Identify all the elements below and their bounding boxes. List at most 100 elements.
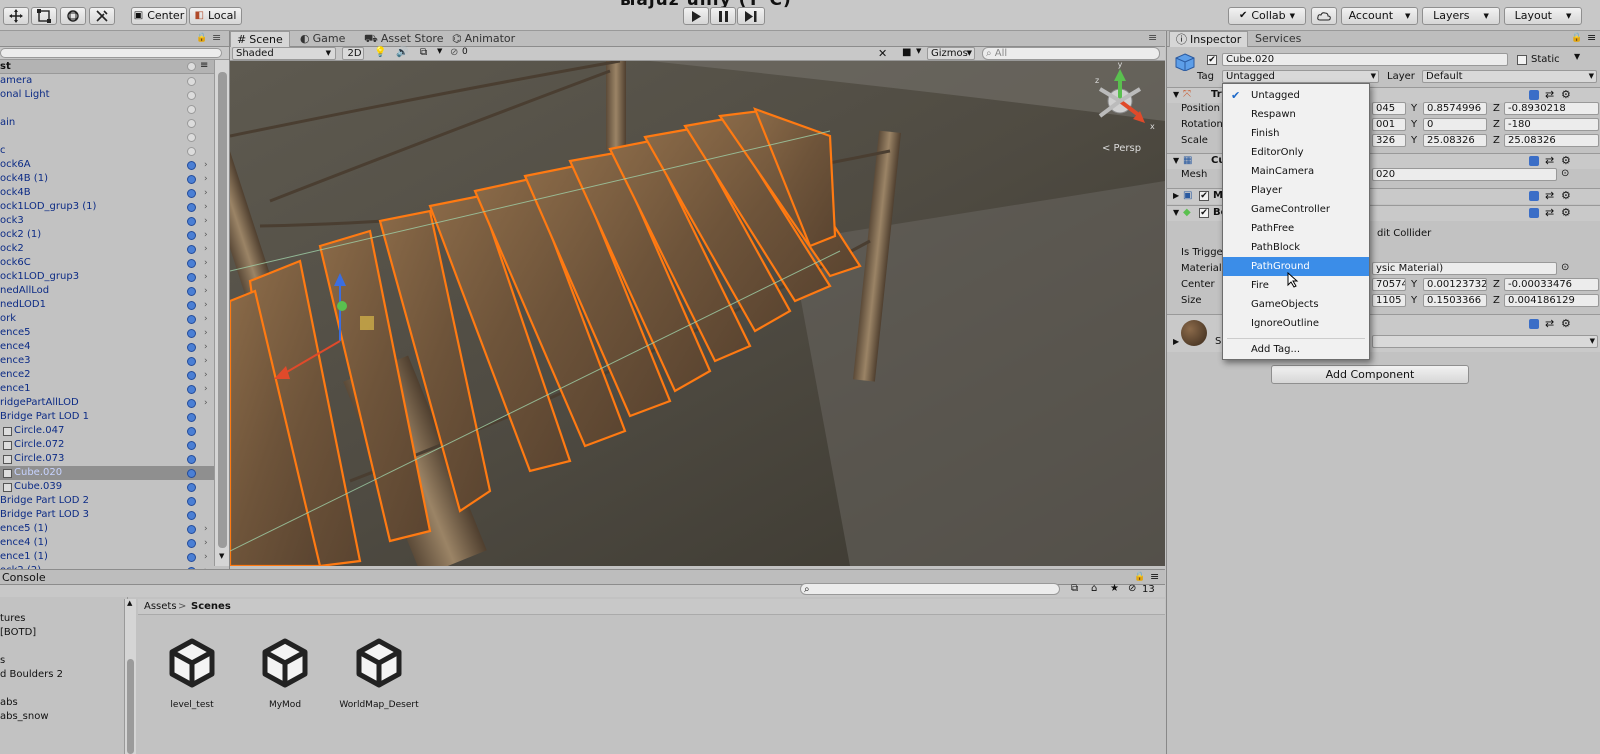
- gear-icon[interactable]: ⚙: [1561, 189, 1571, 202]
- scale-x-field[interactable]: 326: [1372, 134, 1406, 147]
- dropdown-arrow-icon[interactable]: ▼: [437, 47, 442, 55]
- project-search-input[interactable]: ⌕: [800, 583, 1060, 595]
- hierarchy-search-input[interactable]: [0, 48, 222, 58]
- camera-icon[interactable]: ■: [902, 47, 911, 58]
- hierarchy-item[interactable]: [0, 130, 214, 144]
- hierarchy-item[interactable]: Bridge Part LOD 1: [0, 410, 214, 424]
- 2d-toggle[interactable]: 2D: [342, 47, 364, 60]
- physic-material-field[interactable]: ysic Material): [1372, 262, 1557, 275]
- expand-arrow-icon[interactable]: ▼: [1173, 208, 1179, 217]
- visibility-icon[interactable]: [187, 371, 196, 380]
- visibility-icon[interactable]: [187, 413, 196, 422]
- filter-type-icon[interactable]: ⧉: [1071, 583, 1078, 594]
- effects-icon[interactable]: ⧉: [420, 47, 427, 58]
- folder-tree-item[interactable]: d Boulders 2: [0, 669, 63, 680]
- expand-arrow-icon[interactable]: ›: [204, 242, 208, 256]
- layer-dropdown[interactable]: Default ▼: [1422, 70, 1597, 83]
- hierarchy-item[interactable]: ence2 ›: [0, 368, 214, 382]
- folder-tree-item[interactable]: abs_snow: [0, 711, 49, 722]
- visibility-icon[interactable]: [187, 175, 196, 184]
- label-icon[interactable]: ⌂: [1091, 583, 1097, 594]
- scene-menu-icon[interactable]: ≡: [200, 60, 208, 71]
- expand-arrow-icon[interactable]: ›: [204, 200, 208, 214]
- lock-icon[interactable]: 🔒: [196, 33, 207, 43]
- visibility-icon[interactable]: [187, 301, 196, 310]
- gizmos-dropdown[interactable]: Gizmos ▼: [927, 47, 975, 60]
- shading-mode-dropdown[interactable]: Shaded ▼: [232, 47, 336, 60]
- tag-menu-item[interactable]: GameObjects: [1223, 295, 1369, 314]
- gear-icon[interactable]: ⚙: [1561, 154, 1571, 167]
- pivot-local-button[interactable]: ◧ Local: [189, 7, 242, 25]
- object-picker-icon[interactable]: ⊙: [1561, 168, 1569, 179]
- hierarchy-item[interactable]: ence1 (1) ›: [0, 550, 214, 564]
- gear-icon[interactable]: ⚙: [1561, 317, 1571, 330]
- scroll-up-icon[interactable]: ▲: [127, 599, 132, 607]
- center-x-field[interactable]: 70574: [1372, 278, 1406, 291]
- position-y-field[interactable]: 0.8574996: [1423, 102, 1487, 115]
- expand-arrow-icon[interactable]: ›: [204, 312, 208, 326]
- hierarchy-item[interactable]: Circle.073: [0, 452, 214, 466]
- hierarchy-item[interactable]: Circle.047: [0, 424, 214, 438]
- dropdown-arrow-icon[interactable]: ▼: [916, 47, 921, 55]
- tag-menu-item[interactable]: GameController: [1223, 200, 1369, 219]
- mesh-field[interactable]: 020: [1372, 168, 1557, 181]
- expand-arrow-icon[interactable]: ›: [204, 228, 208, 242]
- edit-collider-button[interactable]: dit Collider: [1377, 228, 1431, 239]
- pivot-center-button[interactable]: ▣ Center: [131, 7, 187, 25]
- hierarchy-item[interactable]: ock3 ›: [0, 214, 214, 228]
- hierarchy-item[interactable]: ock4B (1) ›: [0, 172, 214, 186]
- hierarchy-item[interactable]: ock4B ›: [0, 186, 214, 200]
- tab-services[interactable]: Services: [1249, 31, 1307, 47]
- hierarchy-item[interactable]: nedAllLod ›: [0, 284, 214, 298]
- hierarchy-scrollbar[interactable]: ▼: [214, 60, 229, 566]
- hierarchy-item[interactable]: ock1LOD_grup3 ›: [0, 270, 214, 284]
- hierarchy-item[interactable]: ence5 ›: [0, 326, 214, 340]
- hierarchy-item[interactable]: ock6A ›: [0, 158, 214, 172]
- hierarchy-item[interactable]: c: [0, 144, 214, 158]
- size-z-field[interactable]: 0.004186129: [1504, 294, 1599, 307]
- hidden-icon[interactable]: ⊘: [1128, 583, 1136, 594]
- visibility-icon[interactable]: [187, 77, 196, 86]
- hierarchy-item[interactable]: Circle.072: [0, 438, 214, 452]
- hierarchy-item[interactable]: ock6C ›: [0, 256, 214, 270]
- menu-icon[interactable]: ≡: [212, 31, 221, 44]
- static-checkbox[interactable]: [1517, 55, 1527, 65]
- scene-visibility-icon[interactable]: [187, 62, 196, 71]
- tag-menu-item[interactable]: MainCamera: [1223, 162, 1369, 181]
- layers-dropdown[interactable]: Layers ▼: [1422, 7, 1500, 25]
- hierarchy-item[interactable]: ork ›: [0, 312, 214, 326]
- tab-animator[interactable]: ⌬ Animator: [446, 31, 521, 47]
- tag-menu-item[interactable]: PathBlock: [1223, 238, 1369, 257]
- object-picker-icon[interactable]: ⊙: [1561, 262, 1569, 273]
- expand-arrow-icon[interactable]: ▼: [1173, 90, 1179, 99]
- visibility-icon[interactable]: [187, 525, 196, 534]
- visibility-icon[interactable]: [187, 273, 196, 282]
- hierarchy-item[interactable]: ence5 (1) ›: [0, 522, 214, 536]
- rect-tool-button[interactable]: [31, 7, 57, 25]
- tools-icon[interactable]: ✕: [878, 47, 887, 60]
- size-y-field[interactable]: 0.1503366: [1423, 294, 1487, 307]
- hierarchy-item[interactable]: ain: [0, 116, 214, 130]
- expand-arrow-icon[interactable]: ›: [204, 522, 208, 536]
- persp-label[interactable]: < Persp: [1102, 143, 1141, 154]
- visibility-icon[interactable]: [187, 133, 196, 142]
- visibility-icon[interactable]: [187, 483, 196, 492]
- rotation-z-field[interactable]: -180: [1504, 118, 1599, 131]
- hierarchy-item[interactable]: ence4 (1) ›: [0, 536, 214, 550]
- visibility-icon[interactable]: [187, 147, 196, 156]
- visibility-icon[interactable]: [187, 91, 196, 100]
- visibility-icon[interactable]: [187, 231, 196, 240]
- favorite-icon[interactable]: ★: [1110, 583, 1119, 594]
- hierarchy-item[interactable]: ock2 (1) ›: [0, 228, 214, 242]
- audio-icon[interactable]: 🔊: [396, 47, 408, 58]
- tab-asset-store[interactable]: ⛟ Asset Store: [358, 31, 449, 47]
- expand-arrow-icon[interactable]: ›: [204, 214, 208, 228]
- hierarchy-item[interactable]: ridgePartAllLOD ›: [0, 396, 214, 410]
- tag-dropdown[interactable]: Untagged ▼: [1222, 70, 1379, 83]
- visibility-icon[interactable]: [187, 161, 196, 170]
- expand-arrow-icon[interactable]: ›: [204, 368, 208, 382]
- help-icon[interactable]: [1529, 156, 1539, 166]
- visibility-icon[interactable]: [187, 469, 196, 478]
- menu-icon[interactable]: ≡: [1150, 570, 1159, 583]
- expand-arrow-icon[interactable]: ›: [204, 158, 208, 172]
